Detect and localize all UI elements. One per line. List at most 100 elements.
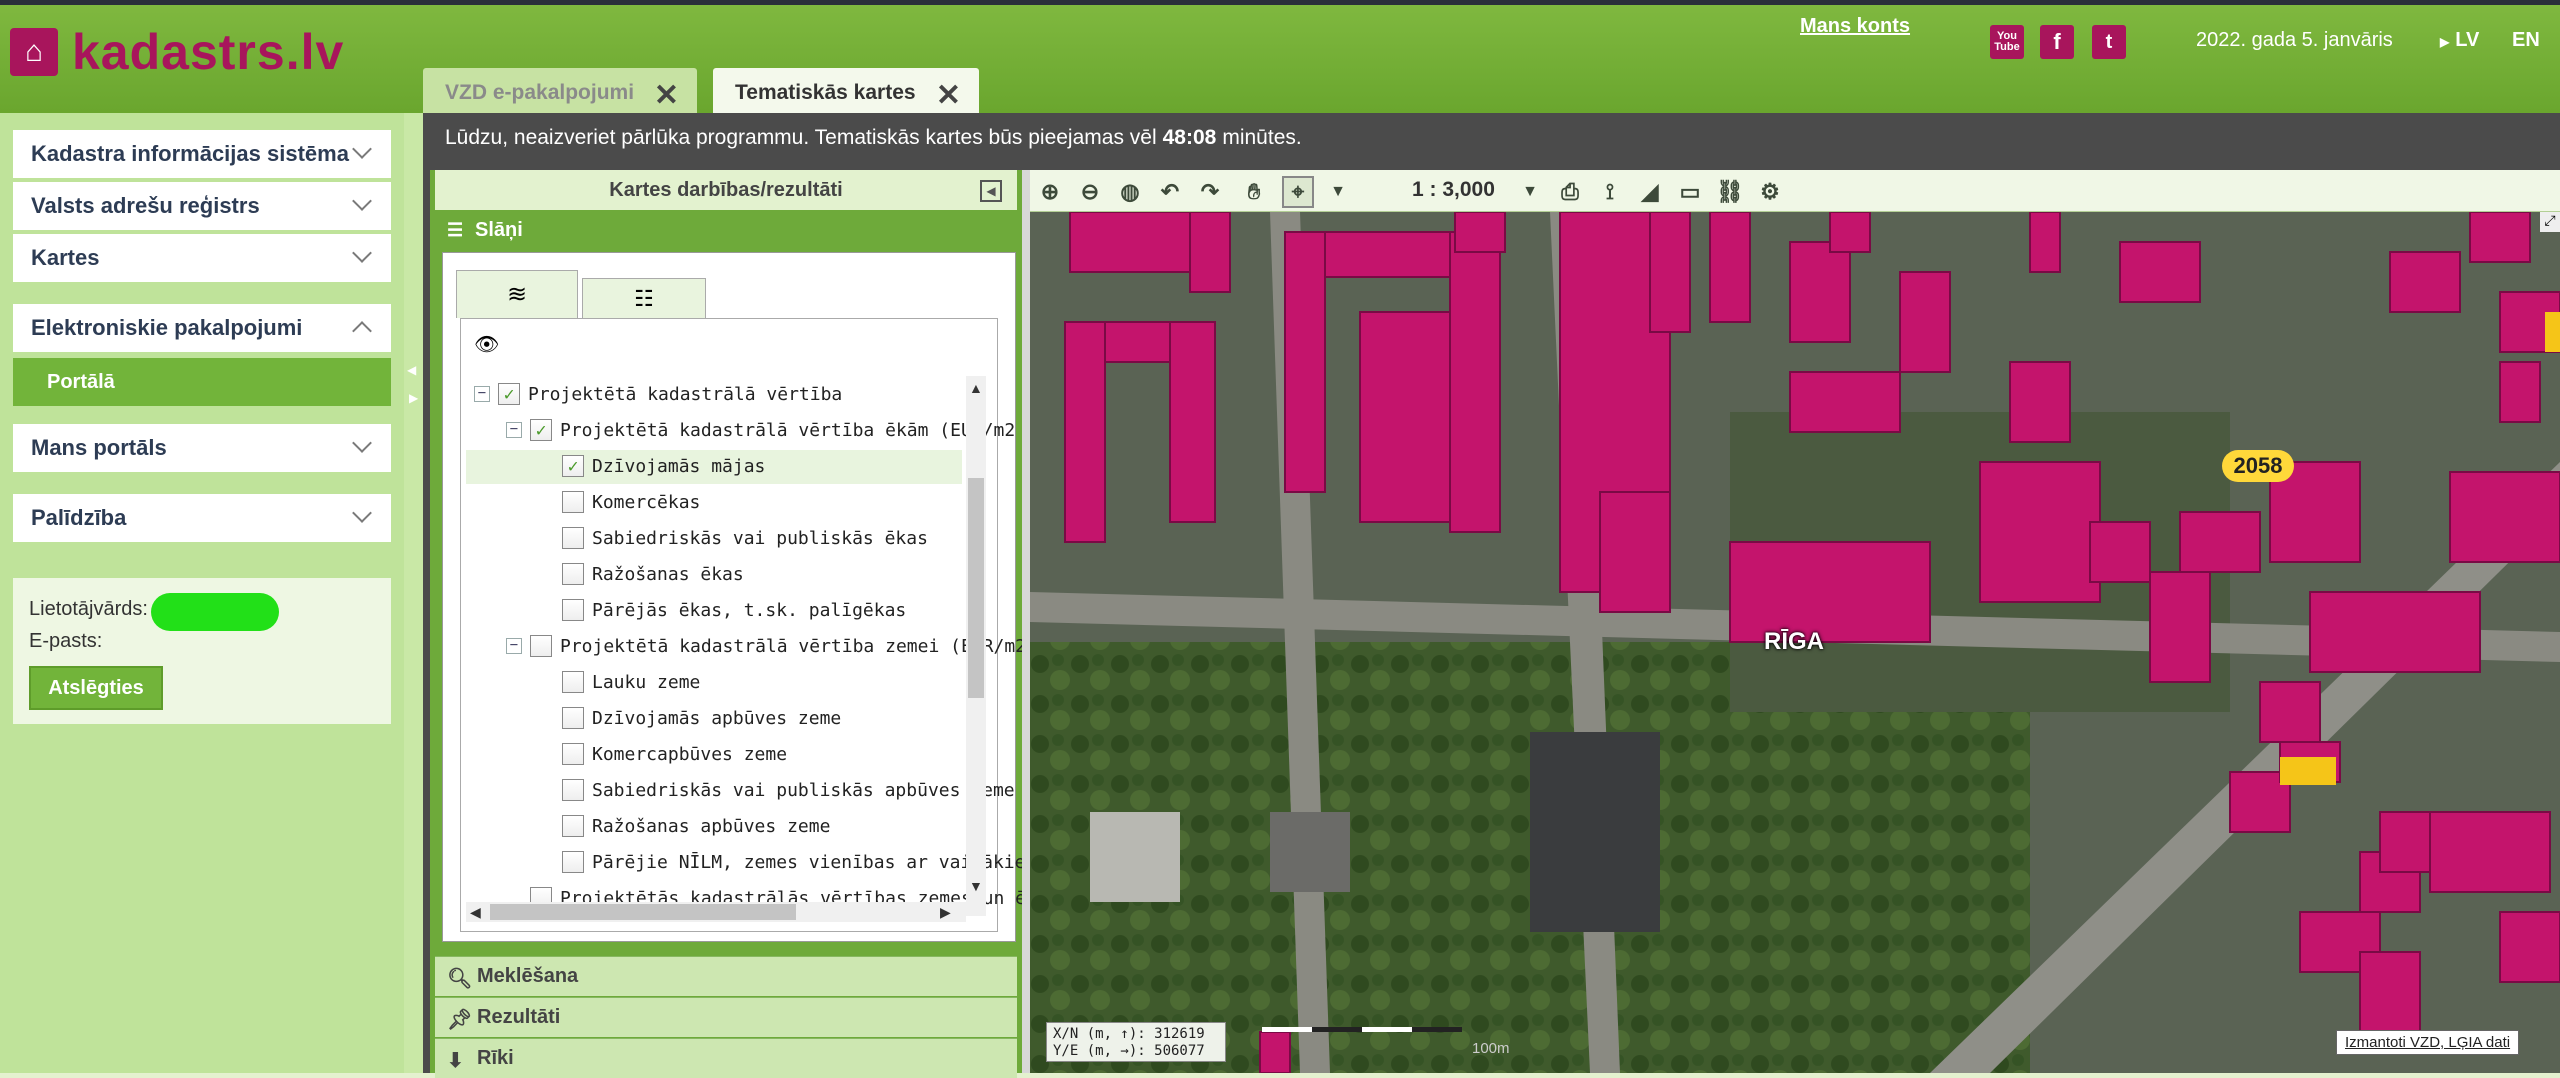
measure-area-icon[interactable]: ◢	[1636, 178, 1664, 206]
layer-checkbox[interactable]	[562, 851, 584, 873]
logout-button[interactable]: Atslēgties	[29, 666, 163, 710]
collapse-panel-icon[interactable]: ◀	[980, 180, 1002, 202]
tree-row[interactable]: ✓ Dzīvojamās mājas	[538, 450, 765, 482]
sidebar-item-mans-portals[interactable]: Mans portāls	[13, 424, 391, 472]
header: ⌂ kadastrs.lv Mans konts You Tube f t 20…	[0, 5, 2560, 118]
layer-checkbox[interactable]	[562, 671, 584, 693]
layer-label: Projektētā kadastrālā vērtība zemei (EUR…	[560, 635, 1026, 657]
tree-row[interactable]: − Projektētā kadastrālā vērtība zemei (EU…	[506, 630, 1026, 662]
globe-icon[interactable]: ◍	[1116, 178, 1144, 206]
tree-row[interactable]: Ražošanas ēkas	[538, 558, 744, 590]
chevron-down-icon	[352, 139, 372, 159]
layer-checkbox[interactable]: ✓	[562, 455, 584, 477]
panel-splitter[interactable]	[1022, 170, 1030, 1073]
sidebar-item-elektroniskie[interactable]: Elektroniskie pakalpojumi	[13, 304, 391, 352]
results-section[interactable]: 📌︎ Rezultāti	[435, 997, 1017, 1037]
close-icon[interactable]: ✕	[936, 78, 961, 113]
layer-checkbox[interactable]	[562, 491, 584, 513]
sidebar-item-kartes[interactable]: Kartes	[13, 234, 391, 282]
dropdown-icon[interactable]: ▼	[1324, 178, 1352, 206]
youtube-icon[interactable]: You Tube	[1990, 25, 2024, 59]
tree-row[interactable]: Ražošanas apbūves zeme	[538, 810, 830, 842]
layer-label: Komercapbūves zeme	[592, 743, 788, 765]
tree-row[interactable]: Sabiedriskās vai publiskās ēkas	[538, 522, 928, 554]
tree-row[interactable]: Lauku zeme	[538, 666, 700, 698]
tree-row[interactable]: Pārējie NĪLM, zemes vienības ar vairākie…	[538, 846, 1036, 878]
logo[interactable]: ⌂ kadastrs.lv	[10, 23, 344, 81]
scroll-down-icon[interactable]: ▼	[969, 878, 983, 894]
print-icon[interactable]: ⎙	[1556, 178, 1584, 206]
measure-line-icon[interactable]: ⟟	[1596, 178, 1624, 206]
lang-lv[interactable]: ▶ LV	[2440, 29, 2479, 52]
undo-icon[interactable]: ↶	[1156, 178, 1184, 206]
close-icon[interactable]: ✕	[654, 78, 679, 113]
expand-map-icon[interactable]: ⤢	[2540, 212, 2560, 232]
collapse-tree-icon[interactable]: −	[506, 422, 522, 438]
my-account-link[interactable]: Mans konts	[1800, 15, 1910, 38]
current-date: 2022. gada 5. janvāris	[2196, 29, 2393, 51]
tree-row[interactable]: Dzīvojamās apbūves zeme	[538, 702, 841, 734]
layer-checkbox[interactable]	[562, 563, 584, 585]
link-icon[interactable]: ⛓︎	[1716, 178, 1744, 206]
email-label: E-pasts:	[29, 630, 103, 652]
coord-y: Y/E (m, →): 506077	[1053, 1043, 1205, 1059]
collapse-tree-icon[interactable]: −	[474, 386, 490, 402]
sidebar-item-kadastra[interactable]: Kadastra informācijas sistēma	[13, 130, 391, 178]
sidebar-item-palidziba[interactable]: Palīdzība	[13, 494, 391, 542]
scroll-up-icon[interactable]: ▲	[969, 380, 983, 396]
layer-checkbox[interactable]	[562, 815, 584, 837]
attribution-link[interactable]: Izmantoti VZD, LĢIA dati	[2336, 1030, 2520, 1055]
scroll-left-icon[interactable]: ◀	[470, 904, 481, 921]
layer-checkbox[interactable]	[562, 707, 584, 729]
tree-row[interactable]: Sabiedriskās vai publiskās apbūves zeme	[538, 774, 1015, 806]
chevron-right-icon[interactable]: ▶	[409, 391, 418, 405]
layer-checkbox[interactable]: ✓	[530, 419, 552, 441]
tree-vertical-scroll-thumb[interactable]	[968, 478, 984, 698]
sidebar-subitem-portala[interactable]: Portālā	[13, 358, 391, 406]
tab-legend-view[interactable]: ☷	[582, 278, 706, 318]
chevron-left-icon[interactable]: ◀	[407, 363, 416, 377]
layer-checkbox[interactable]: ✓	[498, 383, 520, 405]
scroll-right-icon[interactable]: ▶	[940, 904, 951, 921]
tab-label: Tematiskās kartes	[735, 81, 916, 104]
sidebar-item-adresu[interactable]: Valsts adrešu reģistrs	[13, 182, 391, 230]
tree-row[interactable]: Komercapbūves zeme	[538, 738, 787, 770]
tab-tematiskas-kartes[interactable]: Tematiskās kartes ✕	[713, 68, 979, 118]
facebook-icon[interactable]: f	[2040, 25, 2074, 59]
twitter-icon[interactable]: t	[2092, 25, 2126, 59]
layer-checkbox[interactable]	[562, 743, 584, 765]
layer-checkbox[interactable]	[530, 635, 552, 657]
tree-row[interactable]: − ✓ Projektētā kadastrālā vērtība	[474, 378, 842, 410]
eye-icon[interactable]: 👁	[474, 332, 499, 357]
sidebar-item-label: Kadastra informācijas sistēma	[31, 141, 349, 166]
house-number-badge: 2058	[2222, 450, 2294, 482]
zoom-in-icon[interactable]: ⊕	[1036, 178, 1064, 206]
pan-hand-icon[interactable]: ✋︎	[1240, 178, 1268, 206]
layer-checkbox[interactable]	[562, 527, 584, 549]
redo-icon[interactable]: ↷	[1196, 178, 1224, 206]
identify-icon[interactable]: ⌖	[1282, 176, 1314, 208]
tree-horizontal-scroll-thumb[interactable]	[490, 904, 796, 920]
tools-section[interactable]: ⬇ Rīki	[435, 1038, 1017, 1078]
settings-icon[interactable]: ⚙︎	[1756, 178, 1784, 206]
scale-select[interactable]: 1 : 3,000	[1412, 178, 1495, 202]
chevron-down-icon	[352, 433, 372, 453]
tree-row[interactable]: Komercēkas	[538, 486, 700, 518]
comment-icon[interactable]: ▭	[1676, 178, 1704, 206]
layers-section-header[interactable]: ☰ Slāņi	[435, 210, 1017, 250]
scalebar-label: 100m	[1472, 1040, 1510, 1057]
tree-row[interactable]: − ✓ Projektētā kadastrālā vērtība ēkām (EU…	[506, 414, 1015, 446]
search-section[interactable]: 🔍︎ Meklēšana	[435, 956, 1017, 996]
lang-en[interactable]: EN	[2512, 29, 2540, 52]
scale-dropdown-icon[interactable]: ▼	[1516, 178, 1544, 206]
tab-layers-view[interactable]: ≋	[456, 270, 578, 318]
tree-row[interactable]: Pārējās ēkas, t.sk. palīgēkas	[538, 594, 906, 626]
section-label: Meklēšana	[477, 965, 579, 987]
sidebar-collapse-strip[interactable]: ◀ ▶	[404, 113, 423, 1073]
layer-checkbox[interactable]	[562, 779, 584, 801]
layer-checkbox[interactable]	[562, 599, 584, 621]
zoom-out-icon[interactable]: ⊖	[1076, 178, 1104, 206]
tab-vzd-e-pakalpojumi[interactable]: VZD e-pakalpojumi ✕	[423, 68, 697, 118]
coordinates-readout: X/N (m, ↑): 312619 Y/E (m, →): 506077	[1046, 1022, 1226, 1062]
collapse-tree-icon[interactable]: −	[506, 638, 522, 654]
